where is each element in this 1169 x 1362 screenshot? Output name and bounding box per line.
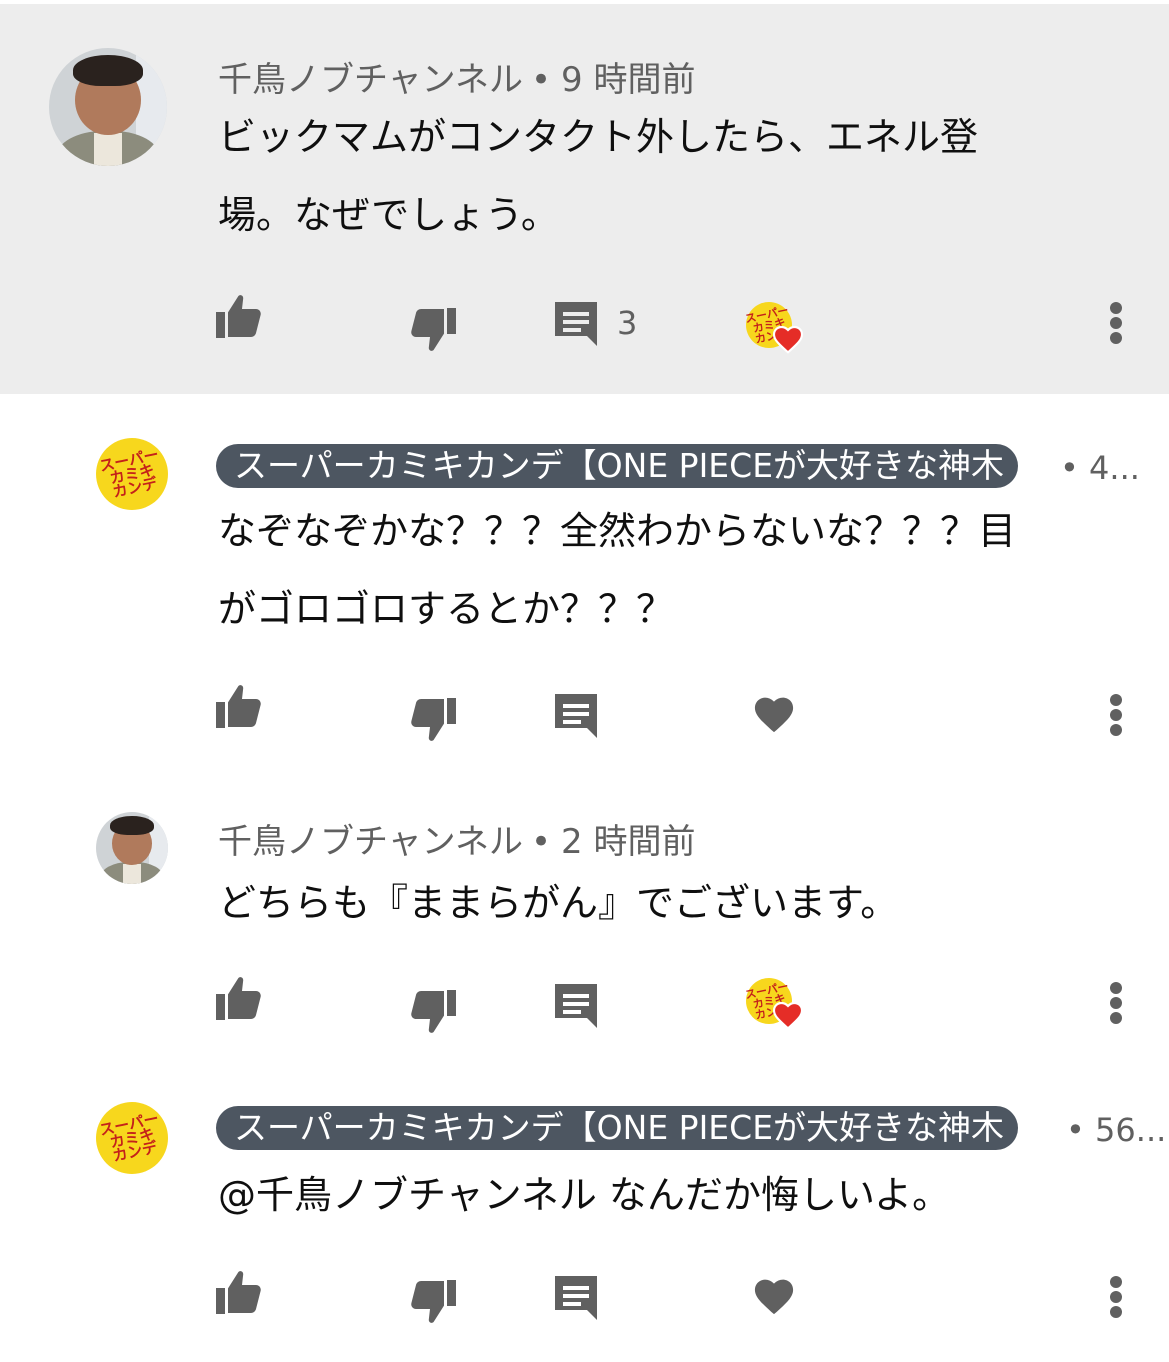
reply-icon[interactable] (555, 694, 597, 738)
thumb-down-icon[interactable] (408, 698, 456, 742)
comment-reply: スーパー カミキ カンデ スーパーカミキカンデ【ONE PIECEが大好きな神木… (0, 1074, 1169, 1362)
heart-icon[interactable] (752, 694, 796, 734)
comment-text-line: ビックマムがコンタクト外したら、エネル登 (218, 115, 979, 159)
comment-text-line: @千鳥ノブチャンネル なんだか悔しいよ。 (218, 1173, 951, 1217)
reply-icon[interactable] (555, 1276, 597, 1320)
comment-text-line: どちらも『ままらがん』でございます。 (218, 881, 899, 925)
comment-text: ビックマムがコンタクト外したら、エネル登 場。なぜでしょう。 (218, 98, 978, 254)
author-owner-badge[interactable]: スーパーカミキカンデ【ONE PIECEが大好きな神木 (216, 1106, 1019, 1150)
avatar-hair (72, 55, 144, 86)
reply-icon[interactable] (555, 984, 597, 1028)
author-avatar[interactable] (96, 812, 168, 884)
thumb-down-icon[interactable] (408, 1280, 456, 1324)
meta-separator: • (530, 60, 552, 100)
comment-meta-tail: • 4... (1060, 449, 1140, 487)
comment-meta-tail: • 56... (1066, 1111, 1166, 1149)
thumb-up-icon[interactable] (216, 684, 264, 728)
thumb-down-icon[interactable] (408, 308, 456, 352)
reply-count[interactable]: 3 (617, 304, 637, 342)
creator-logo: スーパー カミキ カンデ (96, 438, 168, 510)
meta-separator: • (1060, 449, 1079, 487)
creator-heart-badge: スーパー カミキ カンデ (744, 978, 804, 1030)
meta-separator: • (1066, 1111, 1085, 1149)
author-avatar[interactable] (49, 48, 167, 166)
creator-avatar[interactable]: スーパー カミキ カンデ (96, 1102, 168, 1174)
more-vert-icon[interactable] (1108, 982, 1124, 1024)
comment-meta: 千鳥ノブチャンネル • 2 時間前 (218, 814, 696, 863)
heart-icon[interactable] (752, 1276, 796, 1316)
comment-text-line: なぞなぞかな？？？全然わからないな？？？目 (218, 509, 1017, 553)
comment-text: @千鳥ノブチャンネル なんだか悔しいよ。 (218, 1156, 950, 1234)
avatar-shirt (93, 132, 123, 166)
more-vert-icon[interactable] (1108, 302, 1124, 344)
meta-separator: • (530, 822, 552, 862)
thumb-up-icon[interactable] (216, 1270, 264, 1314)
comment-time[interactable]: 2 時間前 (561, 822, 695, 862)
avatar-hair (110, 816, 154, 836)
creator-logo: スーパー カミキ カンデ (96, 1102, 168, 1174)
comment-highlighted: 千鳥ノブチャンネル • 9 時間前 ビックマムがコンタクト外したら、エネル登 場。な… (0, 4, 1169, 394)
thumb-up-icon[interactable] (216, 294, 264, 338)
comment-text-line: 場。なぜでしょう。 (218, 193, 559, 237)
more-vert-icon[interactable] (1108, 1276, 1124, 1318)
comment-text: なぞなぞかな？？？全然わからないな？？？目 がゴロゴロするとか？？？ (218, 492, 1016, 648)
comment-reply: 千鳥ノブチャンネル • 2 時間前 どちらも『ままらがん』でございます。 スーパー … (0, 774, 1169, 1074)
reply-icon[interactable] (555, 302, 597, 346)
comment-text-line: がゴロゴロするとか？？？ (218, 587, 675, 631)
avatar-shirt (123, 863, 141, 884)
comment-time[interactable]: 9 時間前 (561, 60, 695, 100)
more-vert-icon[interactable] (1108, 694, 1124, 736)
red-heart-icon (772, 1001, 804, 1030)
thumb-down-icon[interactable] (408, 990, 456, 1034)
creator-avatar[interactable]: スーパー カミキ カンデ (96, 438, 168, 510)
thumb-up-icon[interactable] (216, 976, 264, 1020)
comment-time[interactable]: 56... (1095, 1111, 1166, 1149)
author-name[interactable]: 千鳥ノブチャンネル (218, 60, 523, 100)
comment-meta: 千鳥ノブチャンネル • 9 時間前 (218, 52, 696, 101)
author-owner-badge[interactable]: スーパーカミキカンデ【ONE PIECEが大好きな神木 (216, 444, 1019, 488)
comment-reply: スーパー カミキ カンデ スーパーカミキカンデ【ONE PIECEが大好きな神木… (0, 394, 1169, 774)
red-heart-icon (772, 325, 804, 354)
comment-text: どちらも『ままらがん』でございます。 (218, 864, 898, 942)
comment-time[interactable]: 4... (1089, 449, 1140, 487)
author-name[interactable]: 千鳥ノブチャンネル (218, 822, 523, 862)
creator-heart-badge: スーパー カミキ カンデ (744, 302, 804, 354)
